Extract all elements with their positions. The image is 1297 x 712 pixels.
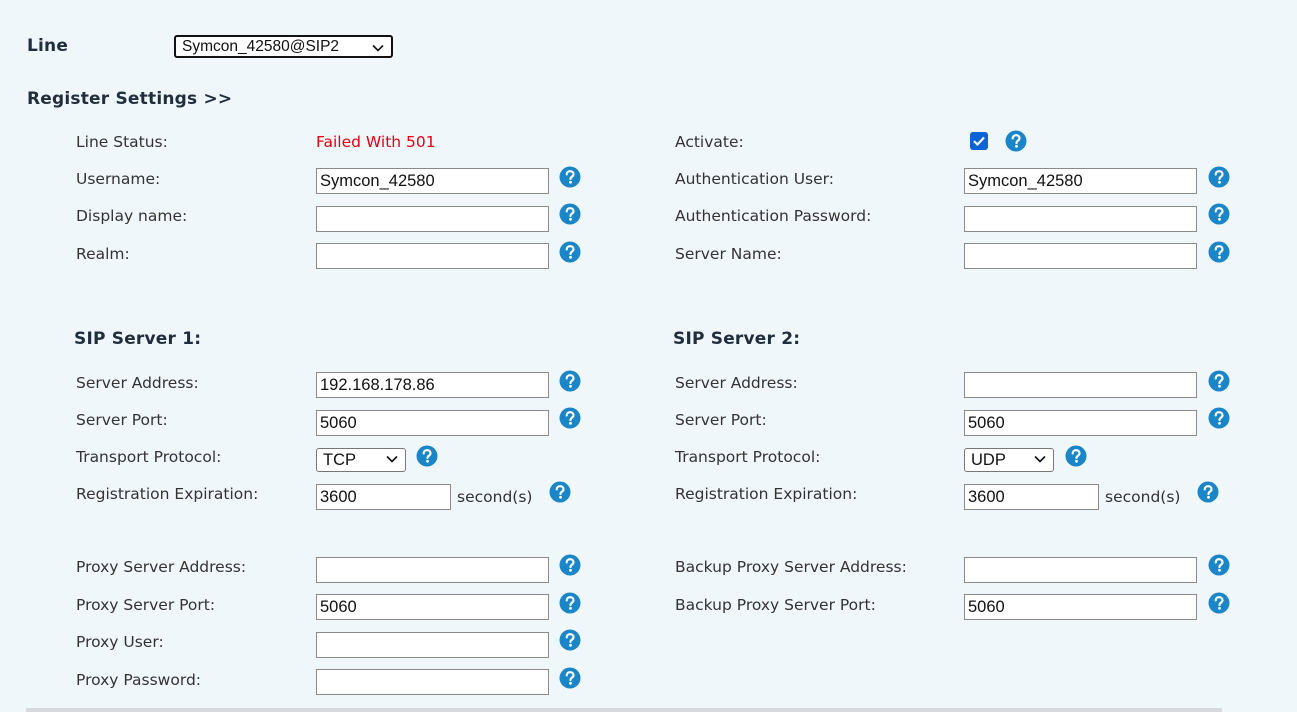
check-icon (973, 136, 985, 147)
sip-server-1-title: SIP Server 1: (74, 329, 202, 349)
register-settings-title[interactable]: Register Settings >> (27, 89, 232, 109)
help-icon[interactable] (1208, 554, 1230, 576)
sip2-address-label: Server Address: (675, 374, 798, 392)
proxy-address-input[interactable] (316, 557, 549, 583)
sip1-transport-value: TCP (323, 451, 356, 469)
sip1-expiration-label: Registration Expiration: (76, 485, 259, 503)
sip2-transport-value: UDP (971, 451, 1006, 469)
line-select-value: Symcon_42580@SIP2 (182, 38, 340, 55)
help-icon[interactable] (416, 445, 438, 467)
line-status-value: Failed With 501 (316, 133, 436, 151)
help-icon[interactable] (1005, 130, 1027, 152)
proxy-password-input[interactable] (316, 669, 549, 695)
bottom-divider (26, 708, 1222, 712)
help-icon[interactable] (1197, 481, 1219, 503)
help-icon[interactable] (1208, 370, 1230, 392)
auth-password-input[interactable] (964, 206, 1197, 232)
help-icon[interactable] (559, 592, 581, 614)
sip2-address-input[interactable] (964, 372, 1197, 398)
proxy-address-label: Proxy Server Address: (76, 558, 247, 576)
proxy-port-label: Proxy Server Port: (76, 596, 216, 614)
sip2-transport-label: Transport Protocol: (675, 448, 821, 466)
help-icon[interactable] (1208, 241, 1230, 263)
activate-checkbox[interactable] (970, 132, 988, 150)
sip2-port-label: Server Port: (675, 411, 767, 429)
backup-proxy-address-input[interactable] (964, 557, 1197, 583)
chevron-down-icon (386, 455, 398, 463)
help-icon[interactable] (559, 241, 581, 263)
help-icon[interactable] (1208, 203, 1230, 225)
backup-proxy-port-input[interactable] (964, 594, 1197, 620)
display-name-input[interactable] (316, 206, 549, 232)
line-select[interactable]: Symcon_42580@SIP2 (174, 35, 393, 58)
help-icon[interactable] (559, 166, 581, 188)
help-icon[interactable] (559, 667, 581, 689)
help-icon[interactable] (559, 629, 581, 651)
sip2-expiration-label: Registration Expiration: (675, 485, 858, 503)
auth-user-label: Authentication User: (675, 170, 834, 188)
username-input[interactable] (316, 168, 549, 194)
sip1-expiration-unit: second(s) (457, 488, 533, 506)
backup-proxy-port-label: Backup Proxy Server Port: (675, 596, 876, 614)
sip1-port-input[interactable] (316, 410, 549, 436)
realm-input[interactable] (316, 243, 549, 269)
sip2-transport-select[interactable]: UDP (964, 448, 1054, 472)
auth-password-label: Authentication Password: (675, 207, 872, 225)
activate-label: Activate: (675, 133, 744, 151)
help-icon[interactable] (559, 554, 581, 576)
sip1-address-input[interactable] (316, 372, 549, 398)
proxy-port-input[interactable] (316, 594, 549, 620)
sip1-transport-label: Transport Protocol: (76, 448, 222, 466)
sip1-transport-select[interactable]: TCP (316, 448, 406, 472)
help-icon[interactable] (1208, 407, 1230, 429)
chevron-down-icon (372, 44, 384, 52)
help-icon[interactable] (1208, 592, 1230, 614)
sip2-expiration-unit: second(s) (1105, 488, 1181, 506)
proxy-user-input[interactable] (316, 632, 549, 658)
chevron-down-icon (1034, 455, 1046, 463)
proxy-user-label: Proxy User: (76, 633, 164, 651)
help-icon[interactable] (559, 370, 581, 392)
sip1-port-label: Server Port: (76, 411, 168, 429)
help-icon[interactable] (1208, 166, 1230, 188)
realm-label: Realm: (76, 245, 130, 263)
sip-server-2-title: SIP Server 2: (673, 329, 801, 349)
sip2-expiration-input[interactable] (964, 484, 1099, 510)
sip1-address-label: Server Address: (76, 374, 199, 392)
backup-proxy-address-label: Backup Proxy Server Address: (675, 558, 907, 576)
display-name-label: Display name: (76, 207, 188, 225)
sip1-expiration-input[interactable] (316, 484, 451, 510)
help-icon[interactable] (559, 407, 581, 429)
sip2-port-input[interactable] (964, 410, 1197, 436)
server-name-input[interactable] (964, 243, 1197, 269)
help-icon[interactable] (549, 481, 571, 503)
proxy-password-label: Proxy Password: (76, 671, 202, 689)
server-name-label: Server Name: (675, 245, 782, 263)
help-icon[interactable] (1065, 445, 1087, 467)
username-label: Username: (76, 170, 161, 188)
auth-user-input[interactable] (964, 168, 1197, 194)
line-label: Line (27, 36, 69, 56)
line-status-label: Line Status: (76, 133, 168, 151)
help-icon[interactable] (559, 203, 581, 225)
